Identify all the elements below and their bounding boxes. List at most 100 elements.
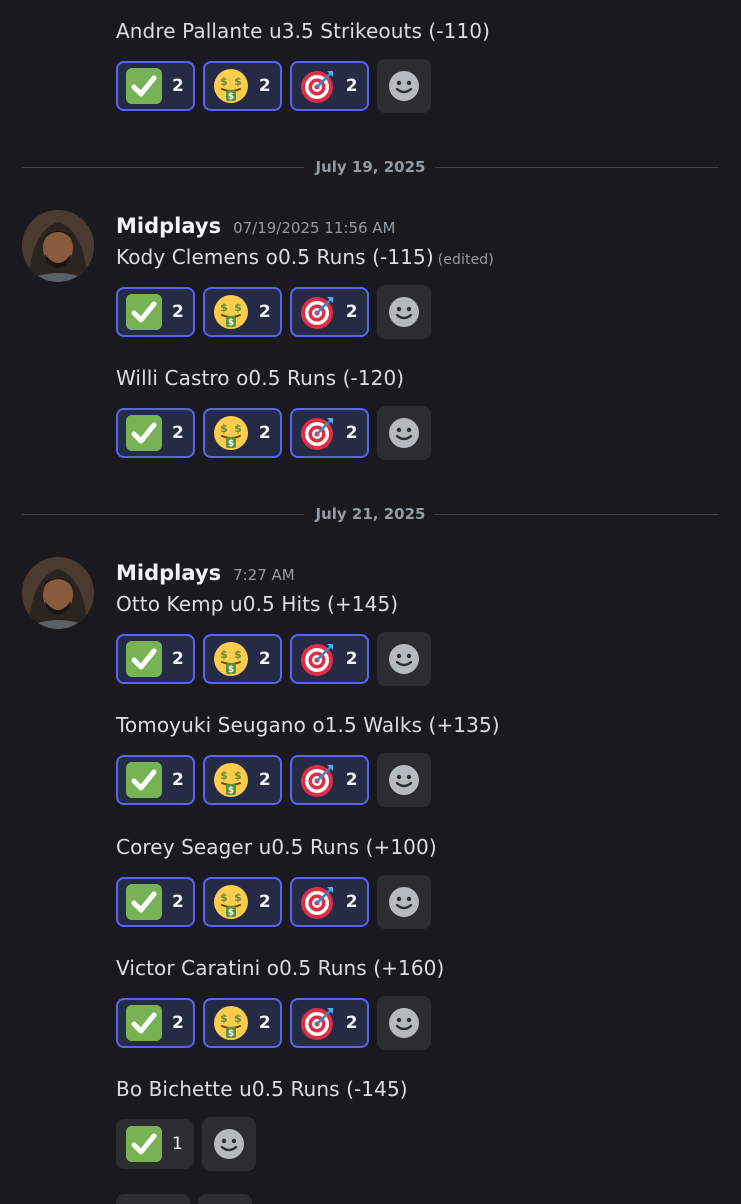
money-mouth-face-icon: [213, 641, 249, 677]
smiley-icon: [386, 762, 422, 798]
reaction-money-mouth[interactable]: 2: [202, 755, 282, 805]
smiley-icon: [386, 884, 422, 920]
add-reaction-button[interactable]: [376, 753, 431, 807]
reaction-count: 2: [172, 770, 184, 790]
smiley-icon: [386, 641, 422, 677]
reaction-count: 2: [345, 649, 358, 669]
smiley-icon: [386, 294, 422, 330]
reaction-money-mouth[interactable]: 2: [202, 877, 282, 927]
reaction-check-mark[interactable]: 2: [116, 755, 195, 805]
reaction-count: 2: [258, 76, 271, 96]
date-divider: July 19, 2025: [22, 157, 719, 177]
money-mouth-face-icon: [213, 1005, 249, 1041]
add-reaction-button[interactable]: [376, 996, 431, 1050]
smiley-icon: [211, 1126, 247, 1162]
reaction-count: 2: [345, 76, 358, 96]
message-text: Andre Pallante u3.5 Strikeouts (-110): [116, 19, 491, 43]
add-reaction-button[interactable]: [376, 285, 431, 339]
add-reaction-button[interactable]: [376, 59, 431, 113]
reaction-check-mark[interactable]: 2: [116, 287, 195, 337]
reaction-count: 2: [172, 423, 184, 443]
reaction-count: 2: [172, 892, 184, 912]
check-mark-icon: [126, 641, 162, 677]
message-text: Willi Castro o0.5 Runs (-120): [116, 366, 405, 390]
reaction-money-mouth[interactable]: 2: [202, 287, 282, 337]
username[interactable]: Midplays: [116, 561, 221, 585]
reaction-money-mouth[interactable]: 2: [202, 634, 282, 684]
reaction-count: 2: [172, 302, 184, 322]
reaction-bar: 2 2 2: [116, 996, 431, 1050]
reaction-count: 1: [172, 1134, 183, 1154]
reaction-bar: 2 2 2: [116, 875, 431, 929]
reaction-count: 2: [258, 302, 271, 322]
message-header: Midplays 07/19/2025 11:56 AM: [116, 214, 396, 238]
reaction-chip-partial[interactable]: [116, 1194, 190, 1204]
reaction-count: 2: [345, 423, 358, 443]
reaction-count: 2: [258, 770, 271, 790]
username[interactable]: Midplays: [116, 214, 221, 238]
money-mouth-face-icon: [213, 415, 249, 451]
avatar[interactable]: [22, 557, 94, 629]
check-mark-icon: [126, 1005, 162, 1041]
smiley-icon: [386, 68, 422, 104]
message-text: Bo Bichette u0.5 Runs (-145): [116, 1077, 408, 1101]
reaction-count: 2: [172, 1013, 184, 1033]
reaction-check-mark[interactable]: 2: [116, 877, 195, 927]
bullseye-icon: [300, 415, 336, 451]
add-reaction-button-partial[interactable]: [198, 1194, 252, 1204]
reaction-check-mark[interactable]: 2: [116, 408, 195, 458]
reaction-check-mark[interactable]: 2: [116, 998, 195, 1048]
reaction-check-mark[interactable]: 2: [116, 634, 195, 684]
reaction-bullseye[interactable]: 2: [289, 287, 369, 337]
reaction-bar: 2 2 2: [116, 753, 431, 807]
money-mouth-face-icon: [213, 884, 249, 920]
money-mouth-face-icon: [213, 68, 249, 104]
avatar[interactable]: [22, 210, 94, 282]
message-header: Midplays 7:27 AM: [116, 561, 295, 585]
reaction-bar: 1: [116, 1117, 256, 1171]
add-reaction-button[interactable]: [201, 1117, 256, 1171]
reaction-check-mark[interactable]: 2: [116, 61, 195, 111]
reaction-money-mouth[interactable]: 2: [202, 998, 282, 1048]
reaction-check-mark[interactable]: 1: [116, 1119, 194, 1169]
check-mark-icon: [126, 1126, 162, 1162]
reaction-money-mouth[interactable]: 2: [202, 61, 282, 111]
bullseye-icon: [300, 1005, 336, 1041]
check-mark-icon: [126, 294, 162, 330]
bullseye-icon: [300, 294, 336, 330]
reaction-count: 2: [258, 892, 271, 912]
bullseye-icon: [300, 762, 336, 798]
reaction-bullseye[interactable]: 2: [289, 61, 369, 111]
smiley-icon: [386, 1005, 422, 1041]
reaction-bullseye[interactable]: 2: [289, 998, 369, 1048]
date-divider: July 21, 2025: [22, 504, 719, 524]
reaction-bullseye[interactable]: 2: [289, 755, 369, 805]
reaction-bullseye[interactable]: 2: [289, 634, 369, 684]
divider-date: July 19, 2025: [315, 158, 426, 176]
smiley-icon: [386, 415, 422, 451]
reaction-count: 2: [345, 302, 358, 322]
message-text: Otto Kemp u0.5 Hits (+145): [116, 592, 399, 616]
message-text: Tomoyuki Seugano o1.5 Walks (+135): [116, 713, 500, 737]
reaction-money-mouth[interactable]: 2: [202, 408, 282, 458]
reaction-count: 2: [172, 649, 184, 669]
reaction-bullseye[interactable]: 2: [289, 408, 369, 458]
reaction-bar: 2 2 2: [116, 406, 431, 460]
add-reaction-button[interactable]: [376, 632, 431, 686]
timestamp: 07/19/2025 11:56 AM: [233, 219, 396, 237]
check-mark-icon: [126, 762, 162, 798]
money-mouth-face-icon: [213, 294, 249, 330]
add-reaction-button[interactable]: [376, 406, 431, 460]
message-text-row: Kody Clemens o0.5 Runs (-115) (edited): [116, 245, 494, 269]
add-reaction-button[interactable]: [376, 875, 431, 929]
check-mark-icon: [126, 415, 162, 451]
timestamp: 7:27 AM: [233, 566, 295, 584]
reaction-count: 2: [258, 423, 271, 443]
message-text: Kody Clemens o0.5 Runs (-115): [116, 245, 434, 269]
reaction-bullseye[interactable]: 2: [289, 877, 369, 927]
reaction-bar: 2 2 2: [116, 59, 431, 113]
check-mark-icon: [126, 68, 162, 104]
check-mark-icon: [126, 884, 162, 920]
user-avatar-image: [22, 557, 94, 629]
money-mouth-face-icon: [213, 762, 249, 798]
